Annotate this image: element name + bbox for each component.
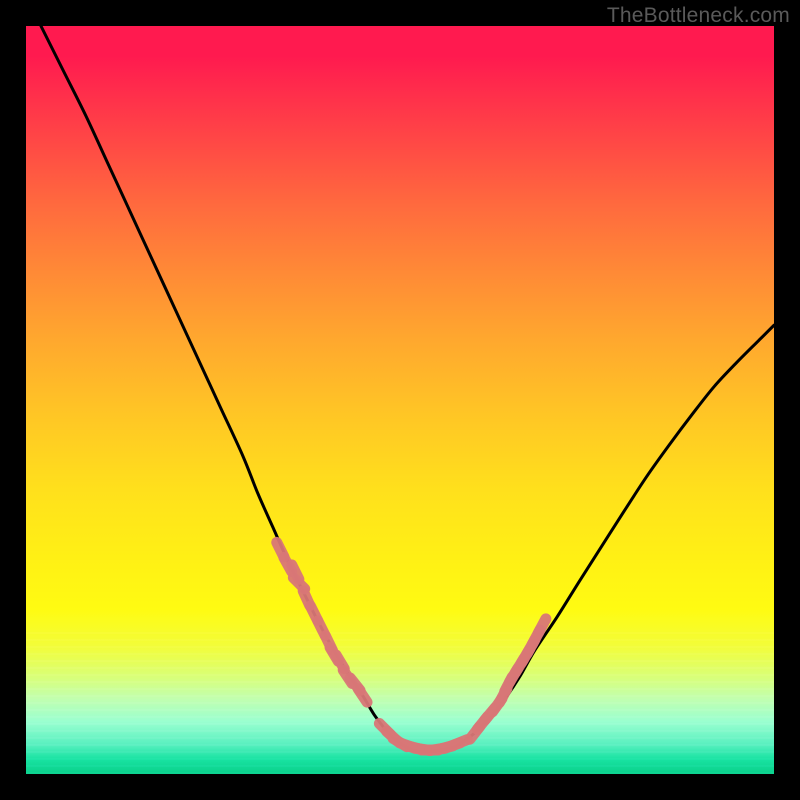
curve-layer <box>41 26 774 752</box>
chart-plot-area <box>26 26 774 774</box>
data-marker <box>358 689 367 702</box>
data-marker <box>292 565 299 579</box>
chart-svg <box>26 26 774 774</box>
watermark-label: TheBottleneck.com <box>607 4 790 28</box>
data-marker <box>538 619 546 633</box>
marker-layer <box>277 542 546 750</box>
v-curve <box>41 26 774 752</box>
